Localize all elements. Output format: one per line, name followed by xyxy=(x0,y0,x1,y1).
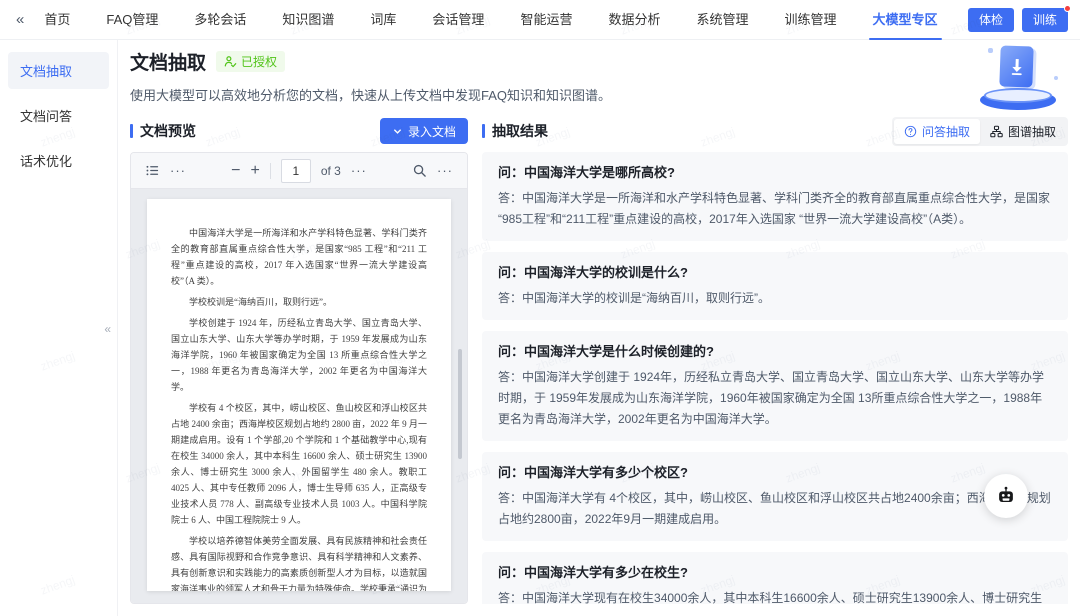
tab-qa-label: 问答抽取 xyxy=(922,123,970,140)
document-paragraph: 学校校训是“海纳百川，取则行远”。 xyxy=(171,294,427,310)
nav-actions: 体检 训练 xyxy=(968,8,1068,32)
robot-icon xyxy=(995,485,1017,507)
qa-result-list: 问：中国海洋大学是哪所高校? 答：中国海洋大学是一所海洋和水产学科特色显著、学科… xyxy=(482,152,1068,604)
authorized-badge: 已授权 xyxy=(216,51,285,72)
qa-card: 问：中国海洋大学是哪所高校? 答：中国海洋大学是一所海洋和水产学科特色显著、学科… xyxy=(482,152,1068,241)
notification-dot xyxy=(1064,5,1071,12)
toolbar-more-icon[interactable]: ··· xyxy=(170,163,186,178)
nav-item[interactable]: 会话管理 xyxy=(432,0,484,40)
upload-document-button[interactable]: 录入文档 xyxy=(380,118,468,144)
qa-question: 问：中国海洋大学是哪所高校? xyxy=(498,163,1052,182)
document-canvas[interactable]: 中国海洋大学是一所海洋和水产学科特色显著、学科门类齐全的教育部直属重点综合性大学… xyxy=(131,189,467,603)
document-preview-panel: 文档预览 录入文档 ··· xyxy=(130,116,468,604)
outline-list-icon[interactable] xyxy=(145,163,160,178)
question-circle-icon xyxy=(904,125,917,138)
qa-answer: 答：中国海洋大学现有在校生34000余人，其中本科生16600余人、硕士研究生1… xyxy=(498,588,1052,604)
tab-qa-extraction[interactable]: 问答抽取 xyxy=(894,119,980,144)
sidebar-menu: 文档抽取 文档问答 话术优化 xyxy=(0,52,117,179)
results-panel-title: 抽取结果 xyxy=(482,121,548,141)
train-button[interactable]: 训练 xyxy=(1022,8,1068,32)
nav-item[interactable]: 多轮会话 xyxy=(194,0,246,40)
page-number-input[interactable] xyxy=(281,159,311,183)
qa-answer: 答：中国海洋大学的校训是“海纳百川，取则行远”。 xyxy=(498,288,1052,309)
page-description: 使用大模型可以高效地分析您的文档，快速从上传文档中发现FAQ知识和知识图谱。 xyxy=(130,85,1068,104)
chevron-down-icon xyxy=(392,126,403,137)
zoom-out-icon[interactable]: − xyxy=(231,163,240,179)
tab-graph-extraction[interactable]: 图谱抽取 xyxy=(980,119,1066,144)
nav-collapse-icon[interactable]: « xyxy=(16,11,24,28)
qa-question: 问：中国海洋大学有多少个校区? xyxy=(498,463,1052,482)
sidebar-item[interactable]: 文档抽取 xyxy=(8,52,109,89)
document-paragraph: 学校创建于 1924 年，历经私立青岛大学、国立青岛大学、国立山东大学、山东大学… xyxy=(171,315,427,395)
document-page: 中国海洋大学是一所海洋和水产学科特色显著、学科门类齐全的教育部直属重点综合性大学… xyxy=(147,199,451,591)
nav-item[interactable]: 大模型专区 xyxy=(873,0,938,40)
nav-item[interactable]: 系统管理 xyxy=(696,0,748,40)
pdf-viewer: ··· − + of 3 ··· xyxy=(130,152,468,604)
preview-panel-title: 文档预览 xyxy=(130,121,196,141)
qa-card: 问：中国海洋大学有多少在校生? 答：中国海洋大学现有在校生34000余人，其中本… xyxy=(482,552,1068,604)
document-paragraph: 学校有 4 个校区，其中，崂山校区、鱼山校区和浮山校区共占地 2400 余亩；西… xyxy=(171,400,427,528)
document-paragraph: 学校以培养德智体美劳全面发展、具有民族精神和社会责任感、具有国际视野和合作竞争意… xyxy=(171,533,427,591)
nav-item[interactable]: 知识图谱 xyxy=(282,0,334,40)
nav-menu: 首页 FAQ管理 多轮会话 知识图谱 词库 会话管理 智能运营 数据分析 系统管… xyxy=(44,0,937,40)
extraction-mode-toggle: 问答抽取 图谱抽取 xyxy=(892,117,1068,146)
qa-question: 问：中国海洋大学有多少在校生? xyxy=(498,563,1052,582)
knowledge-graph-icon xyxy=(990,125,1003,138)
sidebar-collapse-handle[interactable]: « xyxy=(104,322,111,336)
upload-document-label: 录入文档 xyxy=(408,123,456,140)
sidebar-item[interactable]: 话术优化 xyxy=(8,142,109,179)
person-check-icon xyxy=(224,55,237,68)
page-title: 文档抽取 xyxy=(130,48,206,75)
pdf-toolbar: ··· − + of 3 ··· xyxy=(131,153,467,189)
top-navbar: « 首页 FAQ管理 多轮会话 知识图谱 词库 会话管理 智能运营 数据分析 系… xyxy=(0,0,1080,40)
checkup-button[interactable]: 体检 xyxy=(968,8,1014,32)
qa-answer: 答：中国海洋大学是一所海洋和水产学科特色显著、学科门类齐全的教育部直属重点综合性… xyxy=(498,188,1052,230)
checkup-button-label: 体检 xyxy=(979,13,1003,27)
toolbar-right-more-icon[interactable]: ··· xyxy=(437,163,453,178)
qa-question: 问：中国海洋大学是什么时候创建的? xyxy=(498,342,1052,361)
search-icon[interactable] xyxy=(412,163,427,178)
qa-card: 问：中国海洋大学的校训是什么? 答：中国海洋大学的校训是“海纳百川，取则行远”。 xyxy=(482,252,1068,320)
main-content: 文档抽取 已授权 使用大模型可以高效地分析您的文档，快速从上传文档中发现FAQ知… xyxy=(118,40,1080,616)
authorized-badge-label: 已授权 xyxy=(241,53,277,70)
qa-answer: 答：中国海洋大学创建于 1924年，历经私立青岛大学、国立青岛大学、国立山东大学… xyxy=(498,367,1052,430)
nav-item[interactable]: FAQ管理 xyxy=(106,0,158,40)
nav-item[interactable]: 首页 xyxy=(44,0,70,40)
nav-item[interactable]: 数据分析 xyxy=(608,0,660,40)
qa-question: 问：中国海洋大学的校训是什么? xyxy=(498,263,1052,282)
qa-card: 问：中国海洋大学有多少个校区? 答：中国海洋大学有 4个校区，其中，崂山校区、鱼… xyxy=(482,452,1068,541)
tab-graph-label: 图谱抽取 xyxy=(1008,123,1056,140)
preview-scrollbar[interactable] xyxy=(458,349,462,459)
document-extract-illustration xyxy=(972,46,1064,110)
extraction-results-panel: 抽取结果 问答抽取 图谱抽取 xyxy=(482,116,1068,604)
toolbar-divider xyxy=(270,163,271,179)
qa-card: 问：中国海洋大学是什么时候创建的? 答：中国海洋大学创建于 1924年，历经私立… xyxy=(482,331,1068,441)
sidebar-item[interactable]: 文档问答 xyxy=(8,97,109,134)
app-window: « 首页 FAQ管理 多轮会话 知识图谱 词库 会话管理 智能运营 数据分析 系… xyxy=(0,0,1080,616)
page-more-icon[interactable]: ··· xyxy=(351,163,367,178)
sidebar: 文档抽取 文档问答 话术优化 « xyxy=(0,40,118,616)
download-arrow-icon xyxy=(1008,57,1025,76)
zoom-in-icon[interactable]: + xyxy=(251,163,260,179)
document-paragraph: 中国海洋大学是一所海洋和水产学科特色显著、学科门类齐全的教育部直属重点综合性大学… xyxy=(171,225,427,289)
page-total-label: of 3 xyxy=(321,164,341,178)
qa-answer: 答：中国海洋大学有 4个校区，其中，崂山校区、鱼山校区和浮山校区共占地2400余… xyxy=(498,488,1052,530)
nav-item[interactable]: 词库 xyxy=(370,0,396,40)
train-button-label: 训练 xyxy=(1033,13,1057,27)
nav-item[interactable]: 训练管理 xyxy=(784,0,836,40)
nav-item[interactable]: 智能运营 xyxy=(520,0,572,40)
assistant-robot-button[interactable] xyxy=(984,474,1028,518)
